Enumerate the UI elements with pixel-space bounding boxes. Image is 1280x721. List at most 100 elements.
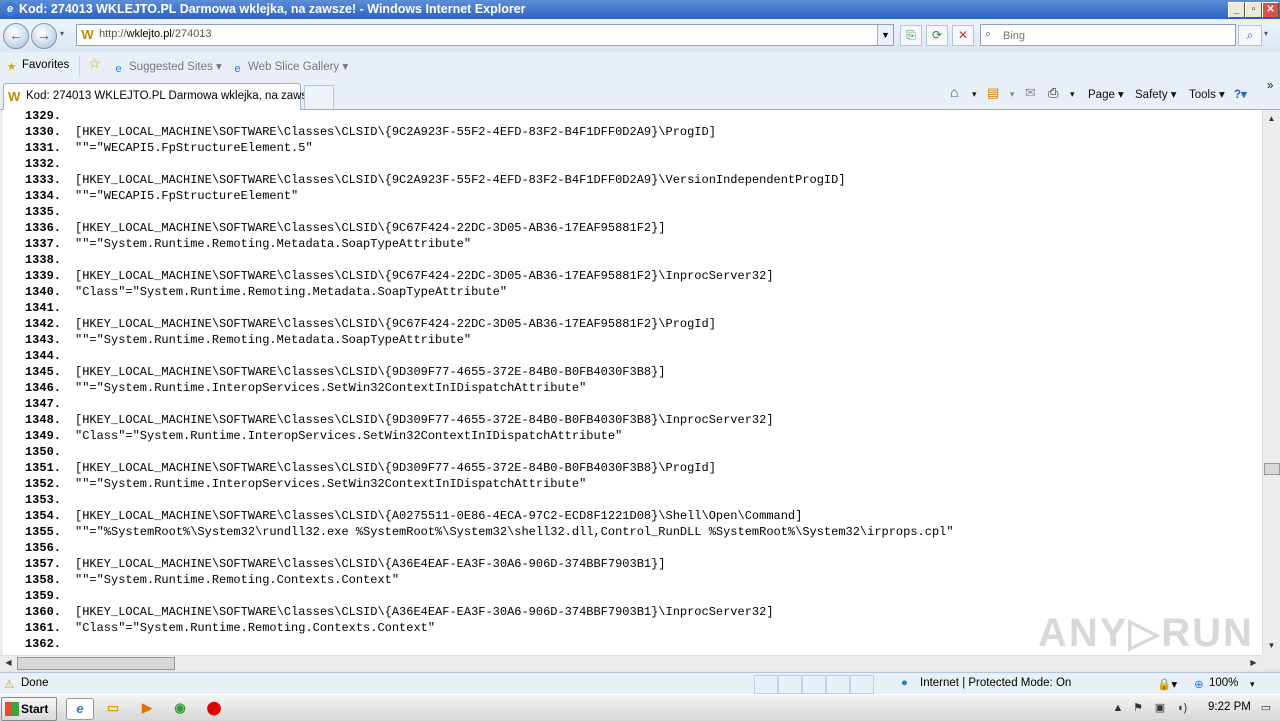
home-dropdown-icon[interactable]: ▾ <box>972 89 977 100</box>
security-zone-text[interactable]: Internet | Protected Mode: On <box>920 677 1071 689</box>
taskbar-clock[interactable]: 9:22 PM <box>1208 701 1251 713</box>
line-number: 1348. <box>24 413 61 427</box>
suggested-sites-link[interactable]: e Suggested Sites ▾ <box>112 59 221 76</box>
tab-bar: W Kod: 274013 WKLEJTO.PL Darmowa wklejka… <box>0 80 1280 110</box>
scroll-up-icon[interactable]: ▲ <box>1265 112 1278 125</box>
favorites-button[interactable]: ★ Favorites <box>5 59 70 74</box>
favorites-divider <box>79 56 80 76</box>
line-text <box>61 349 75 363</box>
tools-menu[interactable]: Tools ▾ <box>1189 87 1225 101</box>
compatibility-view-icon[interactable]: ⎘ <box>900 25 922 46</box>
code-line: 1338. <box>21 252 954 268</box>
feeds-icon[interactable]: ▤ <box>987 85 999 101</box>
horizontal-scrollbar[interactable]: ◀ ▶ <box>0 655 1262 670</box>
action-center-flag-icon[interactable]: ⚑ <box>1130 700 1146 716</box>
line-text: ""="System.Runtime.InteropServices.SetWi… <box>75 477 587 491</box>
horizontal-scroll-thumb[interactable] <box>17 657 175 670</box>
address-url[interactable]: http://wklejto.pl/274013 <box>99 28 212 40</box>
toolbar-overflow-button[interactable]: » <box>1267 80 1273 92</box>
protected-mode-icon[interactable]: 🔒▾ <box>1157 677 1177 691</box>
line-number: 1340. <box>24 285 61 299</box>
web-slice-gallery-link[interactable]: e Web Slice Gallery ▾ <box>231 59 348 76</box>
add-to-favorites-bar-icon[interactable]: ☆ <box>88 56 105 70</box>
read-mail-icon[interactable]: ✉ <box>1025 85 1036 101</box>
print-icon[interactable]: ⎙ <box>1048 85 1058 101</box>
code-line: 1329. <box>21 110 954 124</box>
tab-title: Kod: 274013 WKLEJTO.PL Darmowa wklejka, … <box>26 90 317 102</box>
line-number: 1336. <box>24 221 61 235</box>
explorer-folder-icon[interactable]: ▭ <box>103 698 123 718</box>
search-button[interactable]: ⌕ <box>1238 25 1262 46</box>
watermark: ANY▷RUN <box>1038 611 1254 655</box>
feeds-dropdown-icon[interactable]: ▾ <box>1010 89 1015 100</box>
home-icon[interactable]: ⌂ <box>950 84 958 100</box>
vertical-scroll-thumb[interactable] <box>1264 463 1280 475</box>
line-text <box>61 589 75 603</box>
start-button[interactable]: Start <box>1 697 57 721</box>
line-text: [HKEY_LOCAL_MACHINE\SOFTWARE\Classes\CLS… <box>75 509 803 523</box>
tab-active[interactable]: W Kod: 274013 WKLEJTO.PL Darmowa wklejka… <box>3 83 317 110</box>
forward-button[interactable]: → <box>31 23 57 49</box>
favorites-bar: ★ Favorites ☆ e Suggested Sites ▾ e Web Sli… <box>0 52 1280 81</box>
line-number: 1330. <box>24 125 61 139</box>
show-desktop-icon[interactable]: ▭ <box>1258 700 1274 716</box>
address-bar[interactable]: W http://wklejto.pl/274013 ▼ <box>76 24 894 46</box>
minimize-button[interactable]: _ <box>1228 2 1245 18</box>
help-icon[interactable]: ?▾ <box>1234 87 1247 101</box>
line-text <box>61 110 75 123</box>
new-tab-button[interactable] <box>304 85 334 109</box>
line-text: ""="System.Runtime.Remoting.Contexts.Con… <box>75 573 400 587</box>
code-line: 1333. [HKEY_LOCAL_MACHINE\SOFTWARE\Classe… <box>21 172 954 188</box>
restore-button[interactable]: ▫ <box>1245 2 1262 18</box>
volume-icon[interactable]: ◖) <box>1174 700 1190 716</box>
network-icon[interactable]: ▣ <box>1152 700 1168 716</box>
zoom-dropdown-icon[interactable]: ▾ <box>1250 679 1255 690</box>
line-text: "Class"="System.Runtime.Remoting.Context… <box>75 621 436 635</box>
safety-menu[interactable]: Safety ▾ <box>1135 87 1177 101</box>
code-line: 1354. [HKEY_LOCAL_MACHINE\SOFTWARE\Classe… <box>21 508 954 524</box>
code-line: 1330. [HKEY_LOCAL_MACHINE\SOFTWARE\Classe… <box>21 124 954 140</box>
code-line: 1335. <box>21 204 954 220</box>
internet-explorer-taskbar-icon[interactable]: e <box>66 698 94 720</box>
print-dropdown-icon[interactable]: ▾ <box>1070 89 1075 100</box>
window-titlebar: e Kod: 274013 WKLEJTO.PL Darmowa wklejka… <box>0 0 1280 19</box>
status-text: Done <box>21 677 49 689</box>
line-text: "Class"="System.Runtime.Remoting.Metadat… <box>75 285 508 299</box>
scroll-left-icon[interactable]: ◀ <box>2 657 15 669</box>
code-line: 1332. <box>21 156 954 172</box>
line-text: [HKEY_LOCAL_MACHINE\SOFTWARE\Classes\CLS… <box>75 269 774 283</box>
line-number: 1355. <box>24 525 61 539</box>
vertical-scrollbar[interactable]: ▲ ▼ <box>1262 110 1280 655</box>
scroll-right-icon[interactable]: ▶ <box>1247 657 1260 669</box>
code-line: 1337. ""="System.Runtime.Remoting.Metadat… <box>21 236 954 252</box>
code-line: 1347. <box>21 396 954 412</box>
code-line: 1334. ""="WECAPI5.FpStructureElement" <box>21 188 954 204</box>
stop-icon[interactable]: ✕ <box>952 25 974 46</box>
code-line: 1359. <box>21 588 954 604</box>
line-text: [HKEY_LOCAL_MACHINE\SOFTWARE\Classes\CLS… <box>75 557 666 571</box>
media-player-icon[interactable]: ▶ <box>137 698 157 718</box>
code-line: 1353. <box>21 492 954 508</box>
close-button[interactable]: ✕ <box>1262 2 1279 18</box>
chrome-icon[interactable]: ◉ <box>170 698 190 718</box>
scroll-down-icon[interactable]: ▼ <box>1265 639 1278 652</box>
code-line: 1357. [HKEY_LOCAL_MACHINE\SOFTWARE\Classe… <box>21 556 954 572</box>
code-line: 1331. ""="WECAPI5.FpStructureElement.5" <box>21 140 954 156</box>
line-number: 1354. <box>24 509 61 523</box>
code-line: 1350. <box>21 444 954 460</box>
back-button[interactable]: ← <box>3 23 29 49</box>
line-text: ""="System.Runtime.Remoting.Metadata.Soa… <box>75 333 472 347</box>
show-hidden-icons-icon[interactable]: ▲ <box>1110 700 1126 716</box>
history-dropdown-icon[interactable]: ▾ <box>60 29 64 38</box>
search-input[interactable] <box>1001 27 1225 44</box>
search-box[interactable]: ⌕ <box>980 24 1236 46</box>
code-line: 1360. [HKEY_LOCAL_MACHINE\SOFTWARE\Classe… <box>21 604 954 620</box>
page-menu[interactable]: Page ▾ <box>1088 87 1124 101</box>
line-text <box>61 637 75 651</box>
windows-flag-icon <box>5 702 19 716</box>
antivirus-icon[interactable]: ⬤ <box>204 698 224 718</box>
refresh-icon[interactable]: ⟳ <box>926 25 948 46</box>
address-dropdown-icon[interactable]: ▼ <box>877 25 893 45</box>
search-options-icon[interactable]: ▾ <box>1264 29 1268 38</box>
zoom-level[interactable]: 100% <box>1209 677 1238 689</box>
